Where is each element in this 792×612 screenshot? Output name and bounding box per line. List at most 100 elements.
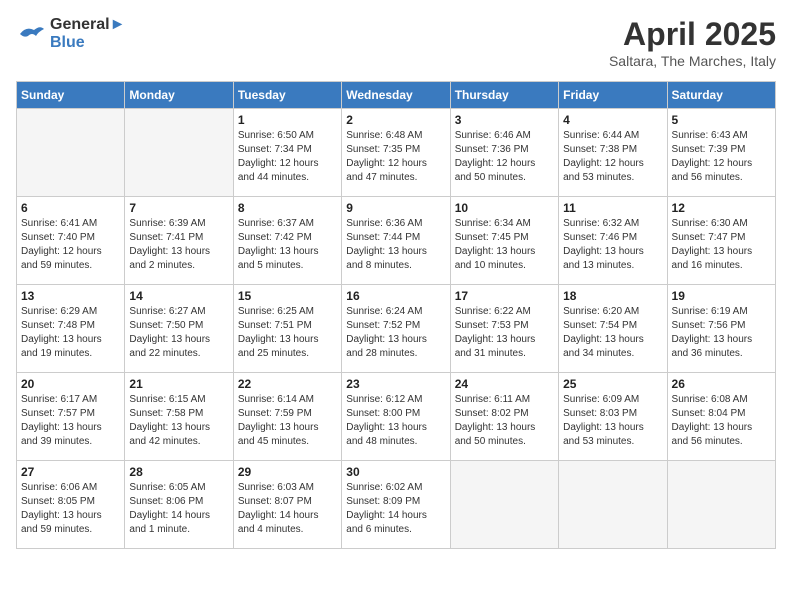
- week-row-2: 6 Sunrise: 6:41 AM Sunset: 7:40 PM Daylig…: [17, 197, 776, 285]
- week-row-3: 13Sunrise: 6:29 AM Sunset: 7:48 PM Dayli…: [17, 285, 776, 373]
- weekday-header-wednesday: Wednesday: [342, 82, 450, 109]
- calendar-cell: 20 Sunrise: 6:17 AM Sunset: 7:57 PM Dayli…: [17, 373, 125, 461]
- day-info: Sunrise: 6:08 AM Sunset: 8:04 PM Dayligh…: [672, 393, 771, 449]
- calendar-cell: 27 Sunrise: 6:06 AM Sunset: 8:05 PM Dayli…: [17, 461, 125, 549]
- day-number: 7: [129, 201, 228, 215]
- location-subtitle: Saltara, The Marches, Italy: [609, 53, 776, 69]
- day-info: Sunrise: 6:09 AM Sunset: 8:03 PM Dayligh…: [563, 393, 662, 449]
- day-info: Sunrise: 6:34 AM Sunset: 7:45 PM Dayligh…: [455, 217, 554, 273]
- day-info: Sunrise: 6:06 AM Sunset: 8:05 PM Dayligh…: [21, 481, 120, 537]
- day-info: Sunrise: 6:03 AM Sunset: 8:07 PM Dayligh…: [238, 481, 337, 537]
- weekday-header-monday: Monday: [125, 82, 233, 109]
- day-number: 11: [563, 201, 662, 215]
- day-info: Sunrise: 6:37 AM Sunset: 7:42 PM Dayligh…: [238, 217, 337, 273]
- day-number: 1: [238, 113, 337, 127]
- day-number: 6: [21, 201, 120, 215]
- day-info: Sunrise: 6:44 AM Sunset: 7:38 PM Dayligh…: [563, 129, 662, 185]
- calendar-cell: 23Sunrise: 6:12 AM Sunset: 8:00 PM Dayli…: [342, 373, 450, 461]
- day-number: 24: [455, 377, 554, 391]
- calendar-cell: 28Sunrise: 6:05 AM Sunset: 8:06 PM Dayli…: [125, 461, 233, 549]
- day-number: 20: [21, 377, 120, 391]
- weekday-header-tuesday: Tuesday: [233, 82, 341, 109]
- day-number: 8: [238, 201, 337, 215]
- calendar-cell: 16Sunrise: 6:24 AM Sunset: 7:52 PM Dayli…: [342, 285, 450, 373]
- day-number: 22: [238, 377, 337, 391]
- day-number: 2: [346, 113, 445, 127]
- day-number: 12: [672, 201, 771, 215]
- calendar-cell: [125, 109, 233, 197]
- day-info: Sunrise: 6:20 AM Sunset: 7:54 PM Dayligh…: [563, 305, 662, 361]
- day-number: 17: [455, 289, 554, 303]
- weekday-header-saturday: Saturday: [667, 82, 775, 109]
- calendar-cell: [450, 461, 558, 549]
- day-info: Sunrise: 6:24 AM Sunset: 7:52 PM Dayligh…: [346, 305, 445, 361]
- day-number: 18: [563, 289, 662, 303]
- calendar-cell: 10Sunrise: 6:34 AM Sunset: 7:45 PM Dayli…: [450, 197, 558, 285]
- day-number: 13: [21, 289, 120, 303]
- day-number: 25: [563, 377, 662, 391]
- title-block: April 2025 Saltara, The Marches, Italy: [609, 16, 776, 69]
- calendar-cell: 25 Sunrise: 6:09 AM Sunset: 8:03 PM Dayli…: [559, 373, 667, 461]
- calendar-cell: 29 Sunrise: 6:03 AM Sunset: 8:07 PM Dayli…: [233, 461, 341, 549]
- weekday-header-thursday: Thursday: [450, 82, 558, 109]
- calendar-cell: 18 Sunrise: 6:20 AM Sunset: 7:54 PM Dayli…: [559, 285, 667, 373]
- day-info: Sunrise: 6:25 AM Sunset: 7:51 PM Dayligh…: [238, 305, 337, 361]
- day-info: Sunrise: 6:14 AM Sunset: 7:59 PM Dayligh…: [238, 393, 337, 449]
- logo: General► Blue: [16, 16, 125, 52]
- day-number: 27: [21, 465, 120, 479]
- day-info: Sunrise: 6:41 AM Sunset: 7:40 PM Dayligh…: [21, 217, 120, 273]
- day-number: 5: [672, 113, 771, 127]
- calendar-cell: 15 Sunrise: 6:25 AM Sunset: 7:51 PM Dayli…: [233, 285, 341, 373]
- calendar-table: SundayMondayTuesdayWednesdayThursdayFrid…: [16, 81, 776, 549]
- day-number: 26: [672, 377, 771, 391]
- day-number: 4: [563, 113, 662, 127]
- calendar-cell: 17Sunrise: 6:22 AM Sunset: 7:53 PM Dayli…: [450, 285, 558, 373]
- day-number: 23: [346, 377, 445, 391]
- day-info: Sunrise: 6:46 AM Sunset: 7:36 PM Dayligh…: [455, 129, 554, 185]
- day-info: Sunrise: 6:50 AM Sunset: 7:34 PM Dayligh…: [238, 129, 337, 185]
- calendar-cell: 8 Sunrise: 6:37 AM Sunset: 7:42 PM Daylig…: [233, 197, 341, 285]
- calendar-cell: 21Sunrise: 6:15 AM Sunset: 7:58 PM Dayli…: [125, 373, 233, 461]
- page-header: General► Blue April 2025 Saltara, The Ma…: [16, 16, 776, 69]
- calendar-cell: 6 Sunrise: 6:41 AM Sunset: 7:40 PM Daylig…: [17, 197, 125, 285]
- calendar-cell: [17, 109, 125, 197]
- week-row-1: 1 Sunrise: 6:50 AM Sunset: 7:34 PM Daylig…: [17, 109, 776, 197]
- calendar-cell: 9Sunrise: 6:36 AM Sunset: 7:44 PM Daylig…: [342, 197, 450, 285]
- calendar-cell: 30 Sunrise: 6:02 AM Sunset: 8:09 PM Dayli…: [342, 461, 450, 549]
- calendar-cell: 19 Sunrise: 6:19 AM Sunset: 7:56 PM Dayli…: [667, 285, 775, 373]
- weekday-header-friday: Friday: [559, 82, 667, 109]
- day-info: Sunrise: 6:02 AM Sunset: 8:09 PM Dayligh…: [346, 481, 445, 537]
- day-info: Sunrise: 6:32 AM Sunset: 7:46 PM Dayligh…: [563, 217, 662, 273]
- day-number: 14: [129, 289, 228, 303]
- day-number: 3: [455, 113, 554, 127]
- day-info: Sunrise: 6:27 AM Sunset: 7:50 PM Dayligh…: [129, 305, 228, 361]
- day-number: 19: [672, 289, 771, 303]
- calendar-cell: [667, 461, 775, 549]
- day-info: Sunrise: 6:36 AM Sunset: 7:44 PM Dayligh…: [346, 217, 445, 273]
- day-info: Sunrise: 6:19 AM Sunset: 7:56 PM Dayligh…: [672, 305, 771, 361]
- day-info: Sunrise: 6:17 AM Sunset: 7:57 PM Dayligh…: [21, 393, 120, 449]
- week-row-5: 27 Sunrise: 6:06 AM Sunset: 8:05 PM Dayli…: [17, 461, 776, 549]
- logo-text: General►: [50, 16, 125, 34]
- logo-bird-icon: [16, 22, 46, 46]
- calendar-cell: 3 Sunrise: 6:46 AM Sunset: 7:36 PM Daylig…: [450, 109, 558, 197]
- calendar-cell: 2 Sunrise: 6:48 AM Sunset: 7:35 PM Daylig…: [342, 109, 450, 197]
- day-info: Sunrise: 6:43 AM Sunset: 7:39 PM Dayligh…: [672, 129, 771, 185]
- day-info: Sunrise: 6:30 AM Sunset: 7:47 PM Dayligh…: [672, 217, 771, 273]
- day-info: Sunrise: 6:48 AM Sunset: 7:35 PM Dayligh…: [346, 129, 445, 185]
- calendar-cell: 4 Sunrise: 6:44 AM Sunset: 7:38 PM Daylig…: [559, 109, 667, 197]
- calendar-cell: 5 Sunrise: 6:43 AM Sunset: 7:39 PM Daylig…: [667, 109, 775, 197]
- day-info: Sunrise: 6:39 AM Sunset: 7:41 PM Dayligh…: [129, 217, 228, 273]
- calendar-cell: 22 Sunrise: 6:14 AM Sunset: 7:59 PM Dayli…: [233, 373, 341, 461]
- day-number: 15: [238, 289, 337, 303]
- week-row-4: 20 Sunrise: 6:17 AM Sunset: 7:57 PM Dayli…: [17, 373, 776, 461]
- month-title: April 2025: [609, 16, 776, 53]
- calendar-cell: 13Sunrise: 6:29 AM Sunset: 7:48 PM Dayli…: [17, 285, 125, 373]
- day-number: 29: [238, 465, 337, 479]
- calendar-cell: 26 Sunrise: 6:08 AM Sunset: 8:04 PM Dayli…: [667, 373, 775, 461]
- calendar-cell: 1 Sunrise: 6:50 AM Sunset: 7:34 PM Daylig…: [233, 109, 341, 197]
- weekday-header-sunday: Sunday: [17, 82, 125, 109]
- day-number: 21: [129, 377, 228, 391]
- day-info: Sunrise: 6:11 AM Sunset: 8:02 PM Dayligh…: [455, 393, 554, 449]
- day-number: 30: [346, 465, 445, 479]
